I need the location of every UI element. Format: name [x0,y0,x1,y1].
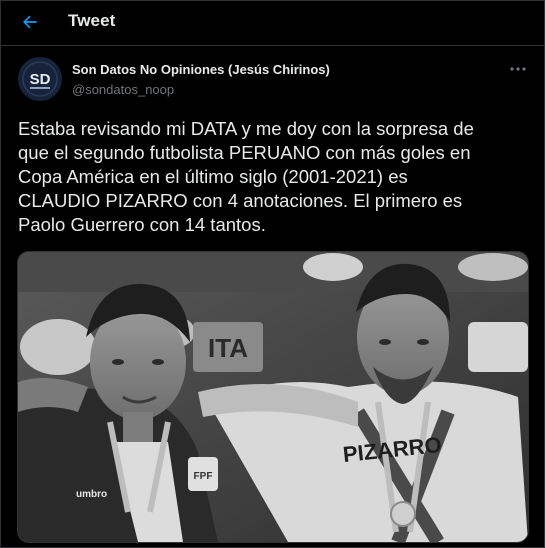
author-handle[interactable]: @sondatos_noop [72,82,330,97]
tweet-page: Tweet SD Son Datos No Opiniones (Jesús C… [0,0,545,548]
arrow-left-icon [23,15,37,29]
avatar-initials: SD [30,71,51,88]
banner-text-ita: ITA [208,333,248,363]
more-options-button[interactable] [505,59,531,79]
kit-brand-text: umbro [76,489,107,500]
tweet-photo[interactable]: ITA FPF umbro PIZARRO [17,251,529,543]
avatar-logo-icon: SD [18,57,62,101]
ellipsis-icon [510,67,526,71]
author-name[interactable]: Son Datos No Opiniones (Jesús Chirinos) [72,62,330,77]
tweet-text: Estaba revisando mi DATA y me doy con la… [18,118,474,235]
back-button[interactable] [13,7,47,37]
crest-text: FPF [194,471,213,482]
author-block: Son Datos No Opiniones (Jesús Chirinos) … [72,62,330,97]
top-bar: Tweet [1,1,544,46]
page-title: Tweet [68,11,116,30]
author-avatar[interactable]: SD [18,57,62,101]
photo-players-image: ITA FPF umbro PIZARRO [18,252,528,542]
